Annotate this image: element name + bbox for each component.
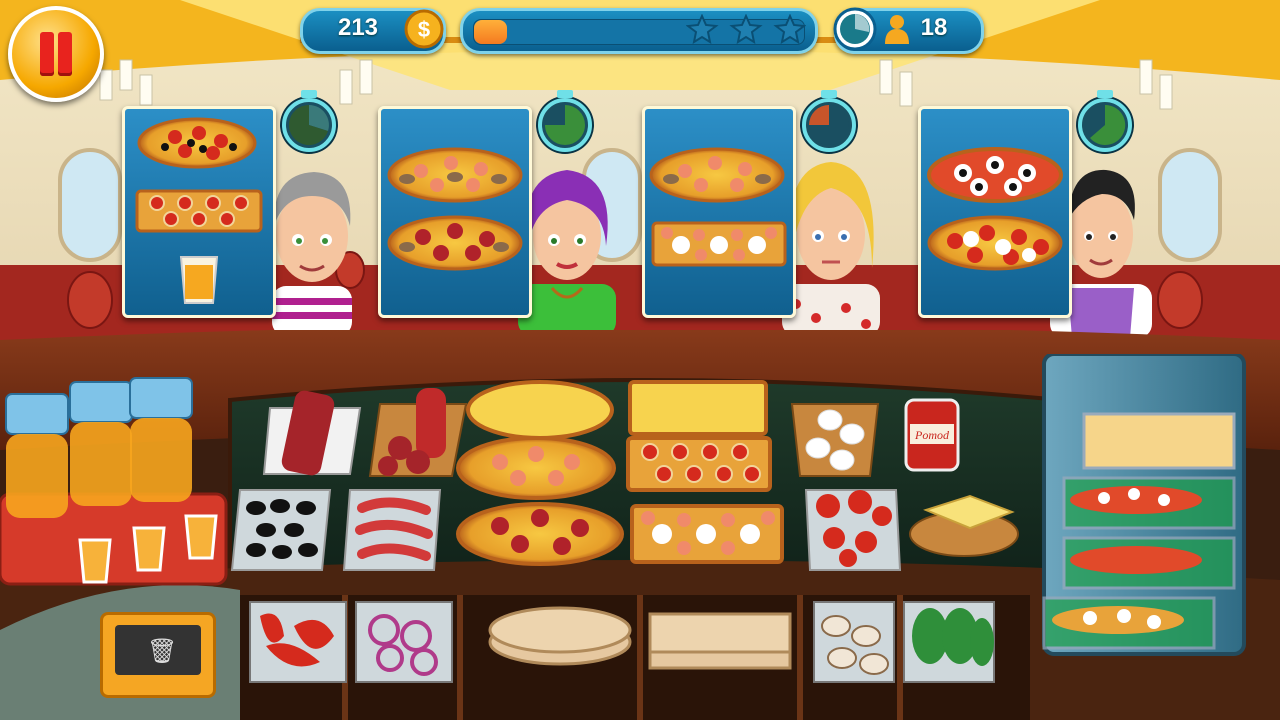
- clock-icon: [833, 7, 877, 51]
- customers-remaining: 18: [920, 14, 948, 41]
- order-items: [387, 147, 523, 271]
- cheese-flatbread[interactable]: [628, 380, 768, 436]
- juice-cup-1[interactable]: [78, 538, 112, 584]
- customer-icon: [885, 15, 909, 44]
- sausage-tray[interactable]: [342, 489, 442, 571]
- cheese-pizza[interactable]: [466, 380, 614, 440]
- tomato-onion-flatbread[interactable]: [626, 436, 772, 492]
- olives-tray[interactable]: [230, 489, 332, 571]
- progress-fill: [474, 20, 507, 44]
- pepperoni-tray[interactable]: [368, 388, 468, 477]
- ingredient-counter: Pomod: [230, 380, 1019, 571]
- oven-slot-3[interactable]: [1062, 536, 1236, 590]
- order-timer-2: [538, 90, 592, 152]
- pizza-oven[interactable]: [1024, 354, 1254, 664]
- tomato-tray[interactable]: [804, 489, 902, 571]
- order-items: [927, 147, 1063, 271]
- order-items: [135, 117, 263, 304]
- order-card-3[interactable]: [642, 106, 796, 318]
- oven-slot-1: [1082, 412, 1236, 470]
- lower-bins: [249, 601, 995, 683]
- svg-text:$: $: [418, 17, 430, 42]
- sauce-label: Pomod: [914, 428, 950, 442]
- order-items: [649, 147, 787, 267]
- dollar-coin-icon: $: [404, 9, 444, 49]
- mushrooms-bin[interactable]: [813, 601, 895, 683]
- shrimp-mozzarella-flatbread[interactable]: [630, 504, 784, 564]
- cheese-board[interactable]: [909, 494, 1019, 557]
- order-timer-1: [282, 90, 336, 152]
- tomato-sauce-jar[interactable]: Pomod: [904, 398, 960, 472]
- order-timer-3: [802, 90, 856, 152]
- mozzarella-tray[interactable]: [790, 403, 880, 477]
- oven-slot-2[interactable]: [1062, 476, 1236, 530]
- dough-square-stack[interactable]: [648, 612, 792, 670]
- pause-button[interactable]: [8, 6, 104, 102]
- oven-slot-4[interactable]: [1042, 596, 1216, 650]
- order-card-4[interactable]: [918, 106, 1072, 318]
- juice-dispenser[interactable]: [0, 372, 230, 608]
- customer-1: [272, 172, 352, 336]
- order-timer-4: [1078, 90, 1132, 152]
- salami-tray[interactable]: [262, 389, 362, 478]
- trash-slot: 🗑: [115, 625, 201, 675]
- shrimp-mushroom-pizza[interactable]: [456, 436, 616, 500]
- star-icon: [729, 14, 763, 44]
- dough-round-stack[interactable]: [488, 606, 632, 666]
- juice-cup-2[interactable]: [132, 526, 166, 572]
- lettuce-bin[interactable]: [903, 601, 995, 683]
- order-card-1[interactable]: [122, 106, 276, 318]
- order-card-2[interactable]: [378, 106, 532, 318]
- juice-cup-3[interactable]: [184, 514, 218, 560]
- star-icon: [773, 14, 806, 44]
- peppers-bin[interactable]: [249, 601, 347, 683]
- window: [58, 148, 122, 262]
- trash-icon: 🗑: [147, 637, 178, 665]
- goal-stars: [686, 14, 806, 44]
- star-icon: [686, 14, 719, 44]
- salami-mushroom-pizza[interactable]: [456, 502, 624, 566]
- coin-count: 213: [337, 14, 379, 41]
- onions-bin[interactable]: [355, 601, 453, 683]
- trash-bin[interactable]: 🗑: [100, 612, 216, 698]
